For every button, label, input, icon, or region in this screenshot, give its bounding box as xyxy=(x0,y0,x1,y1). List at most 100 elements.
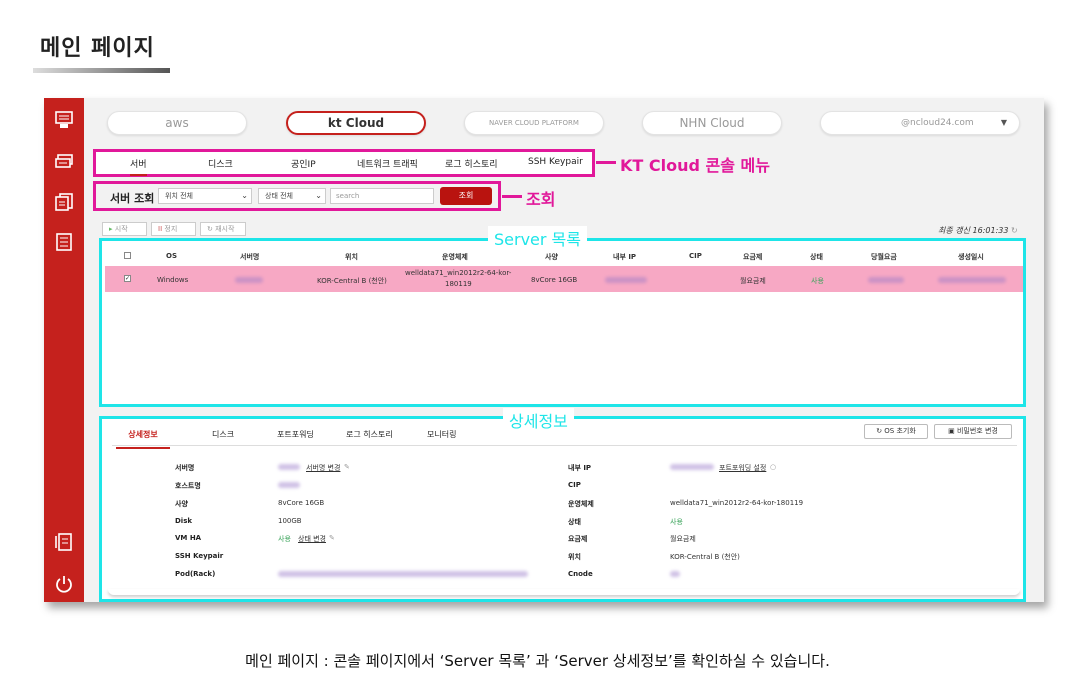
tab-monitoring[interactable]: 모니터링 xyxy=(427,429,456,440)
column-header[interactable]: 생성일시 xyxy=(958,252,984,262)
detail-label: SSH Keypair xyxy=(175,552,224,560)
row-plan: 월요금제 xyxy=(740,277,766,285)
pencil-icon[interactable]: ✎ xyxy=(329,534,335,542)
blurred-server-name xyxy=(278,464,300,470)
pause-icon: II xyxy=(158,225,163,233)
menu-item-network-traffic[interactable]: 네트워크 트래픽 xyxy=(357,157,418,170)
restart-button[interactable]: ↻ 재시작 xyxy=(200,222,246,236)
detail-label: 요금제 xyxy=(568,535,588,543)
row-os-image-line2: 180119 xyxy=(445,280,472,288)
lock-icon: ▣ xyxy=(948,427,955,435)
detail-plan: 월요금제 xyxy=(670,535,696,543)
refresh-icon[interactable]: ↻ xyxy=(1011,226,1018,235)
detail-label: 사양 xyxy=(175,500,188,508)
port-forwarding-link[interactable]: 포트포워딩 설정 xyxy=(719,463,766,473)
server-icon[interactable] xyxy=(54,110,74,130)
location-select[interactable]: 위치 전체 ⌄ xyxy=(158,188,252,204)
sidebar xyxy=(44,98,84,602)
details-panel: 상세정보 디스크 포트포워딩 로그 히스토리 모니터링 ↻ OS 초기화 ▣ 비… xyxy=(99,416,1026,602)
detail-label: CIP xyxy=(568,481,581,489)
detail-location: KOR-Central B (천안) xyxy=(670,553,740,561)
pencil-icon[interactable]: ✎ xyxy=(344,463,350,471)
last-update: 최종 갱신 16:01:33 ↻ xyxy=(938,226,1018,235)
search-label: 서버 조회 xyxy=(110,192,155,205)
menu-item-ssh-keypair[interactable]: SSH Keypair xyxy=(528,157,583,167)
details-annotation: 상세정보 xyxy=(503,408,574,432)
tab-disk[interactable]: 디스크 xyxy=(212,429,234,440)
column-header[interactable]: 내부 IP xyxy=(613,252,636,262)
chat-icon[interactable] xyxy=(54,152,74,172)
tab-log-history[interactable]: 로그 히스토리 xyxy=(346,429,393,440)
detail-status: 사용 xyxy=(670,518,683,526)
column-header[interactable]: 서버명 xyxy=(240,252,259,262)
figure-caption: 메인 페이지 : 콘솔 페이지에서 ‘Server 목록’ 과 ‘Server … xyxy=(245,652,830,670)
row-checkbox[interactable]: ✓ xyxy=(124,275,131,282)
detail-label: 서버명 xyxy=(175,464,195,472)
detail-label: Disk xyxy=(175,517,193,525)
chevron-down-icon: ⌄ xyxy=(241,191,248,200)
start-button[interactable]: ▸ 시작 xyxy=(102,222,147,236)
column-header[interactable]: OS xyxy=(166,252,177,260)
server-list-annotation: Server 목록 xyxy=(488,226,587,250)
change-status-link[interactable]: 상태 변경 xyxy=(298,534,326,544)
change-server-name-link[interactable]: 서버명 변경 xyxy=(306,463,340,473)
tab-details[interactable]: 상세정보 xyxy=(116,429,170,449)
list-icon[interactable] xyxy=(54,232,74,252)
status-select[interactable]: 상태 전체 ⌄ xyxy=(258,188,326,204)
column-header[interactable]: 사양 xyxy=(545,252,558,262)
row-os: Windows xyxy=(157,276,189,284)
detail-label: 내부 IP xyxy=(568,464,592,472)
search-button[interactable]: 조회 xyxy=(440,187,492,205)
menu-item-public-ip[interactable]: 공인IP xyxy=(291,157,316,170)
detail-os: welldata71_win2012r2-64-kor-180119 xyxy=(670,499,804,507)
detail-label: 상태 xyxy=(568,518,581,526)
account-dropdown[interactable]: @ncloud24.com ▼ xyxy=(820,111,1020,135)
detail-label: VM HA xyxy=(175,534,202,542)
select-all-checkbox[interactable] xyxy=(124,252,131,259)
chevron-down-icon: ▼ xyxy=(1000,118,1007,127)
menu-item-disk[interactable]: 디스크 xyxy=(208,157,233,170)
account-email: @ncloud24.com xyxy=(901,118,974,128)
row-os-image: welldata71_win2012r2-64-kor- xyxy=(405,269,512,277)
cloud-naver-button[interactable]: NAVER CLOUD PLATFORM xyxy=(464,111,604,135)
cloud-nhn-button[interactable]: NHN Cloud xyxy=(642,111,782,135)
receipt-icon[interactable] xyxy=(54,532,74,552)
detail-label: 운영체제 xyxy=(568,500,594,508)
blurred-cnode xyxy=(670,571,680,577)
column-header[interactable]: CIP xyxy=(689,252,702,260)
blurred-server-name xyxy=(235,277,263,283)
detail-label: 호스트명 xyxy=(175,482,201,490)
column-header[interactable]: 요금제 xyxy=(743,252,762,262)
info-icon[interactable]: ○ xyxy=(770,463,776,471)
detail-label: 위치 xyxy=(568,553,581,561)
tab-port-forwarding[interactable]: 포트포워딩 xyxy=(277,429,314,440)
search-bar: 서버 조회 위치 전체 ⌄ 상태 전체 ⌄ search 조회 xyxy=(93,181,501,211)
detail-vmha-status: 사용 xyxy=(278,535,291,543)
column-header[interactable]: 운영체제 xyxy=(442,252,468,262)
cloud-aws-button[interactable]: aws xyxy=(107,111,247,135)
table-row[interactable]: ✓ Windows KOR-Central B (천안) welldata71_… xyxy=(105,266,1023,292)
play-icon: ▸ xyxy=(109,225,113,233)
main-menu: 서버 디스크 공인IP 네트워크 트래픽 로그 히스토리 SSH Keypair xyxy=(93,149,595,177)
blurred-created-at xyxy=(938,277,1006,283)
column-header[interactable]: 당월요금 xyxy=(871,252,897,262)
refresh-icon: ↻ xyxy=(207,225,213,233)
row-spec: 8vCore 16GB xyxy=(531,276,578,284)
cloud-kt-button[interactable]: kt Cloud xyxy=(286,111,426,135)
password-change-button[interactable]: ▣ 비밀번호 변경 xyxy=(934,424,1012,439)
menu-item-server[interactable]: 서버 xyxy=(130,157,147,176)
blurred-hostname xyxy=(278,482,300,488)
column-header[interactable]: 위치 xyxy=(345,252,358,262)
server-list-panel: OS 서버명 위치 운영체제 사양 내부 IP CIP 요금제 상태 당월요금 … xyxy=(99,238,1026,407)
stop-button[interactable]: II 정지 xyxy=(151,222,196,236)
os-reset-button[interactable]: ↻ OS 초기화 xyxy=(864,424,928,439)
menu-annotation: KT Cloud 콘솔 메뉴 xyxy=(620,156,770,175)
search-input[interactable]: search xyxy=(330,188,434,204)
power-icon[interactable] xyxy=(54,574,74,594)
documents-icon[interactable] xyxy=(54,192,74,212)
column-header[interactable]: 상태 xyxy=(810,252,823,262)
menu-item-log-history[interactable]: 로그 히스토리 xyxy=(445,157,498,170)
blurred-pod-rack xyxy=(278,571,528,577)
blurred-monthly-fee xyxy=(868,277,904,283)
panel-bottom-edge xyxy=(108,589,1020,595)
